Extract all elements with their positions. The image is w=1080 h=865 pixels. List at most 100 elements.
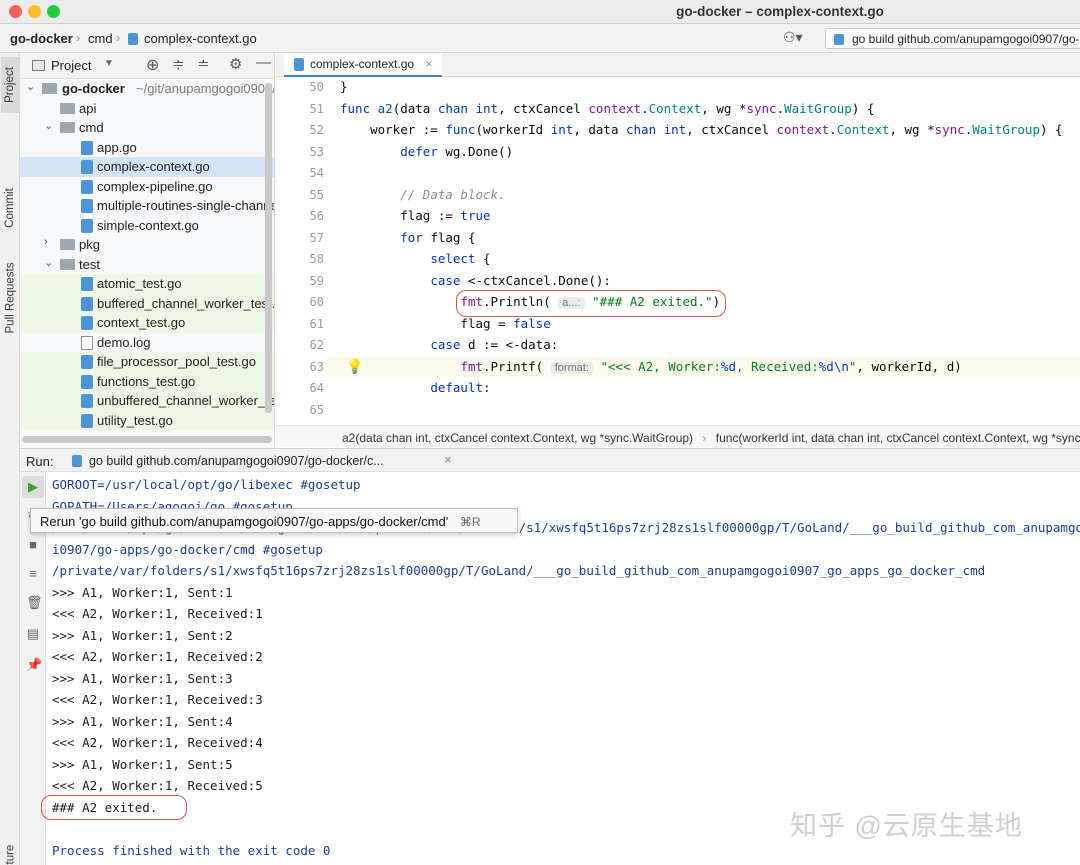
tree-item-demo-log[interactable]: demo.log xyxy=(20,333,274,353)
chevron-down-icon[interactable]: ⌄ xyxy=(44,256,53,269)
tree-item-test[interactable]: ⌄ test xyxy=(20,255,274,275)
line-number: 62 xyxy=(309,338,324,352)
close-icon[interactable]: × xyxy=(444,452,452,467)
chevron-down-icon[interactable]: ⌄ xyxy=(44,119,53,132)
run-configuration-select[interactable]: go build github.com/anupamgogoi0907/go-a… xyxy=(825,28,1080,49)
console-line: >>> A1, Worker:1, Sent:3 xyxy=(52,670,233,686)
tree-item-utility-test[interactable]: utility_test.go xyxy=(20,410,274,430)
locate-icon[interactable]: ⊕ xyxy=(146,55,159,75)
close-icon[interactable]: × xyxy=(425,57,432,71)
tree-item-buffered-channel-test[interactable]: buffered_channel_worker_test.go xyxy=(20,293,275,313)
chevron-right-icon: › xyxy=(76,30,81,45)
folder-icon xyxy=(60,239,75,250)
tree-item-complex-context-go[interactable]: complex-context.go xyxy=(20,157,274,177)
code-line: // Data block. xyxy=(400,186,506,202)
layout-icon[interactable]: ▤ xyxy=(26,627,40,641)
folder-icon xyxy=(60,122,75,133)
line-number: 51 xyxy=(309,101,324,116)
breadcrumb-function[interactable]: a2(data chan int, ctxCancel context.Cont… xyxy=(342,431,693,445)
chevron-down-icon[interactable]: ▼ xyxy=(104,58,114,69)
tree-item-cmd[interactable]: ⌄ cmd xyxy=(20,118,274,138)
tree-item-functions-test[interactable]: functions_test.go xyxy=(20,371,274,391)
code-line: fmt.Printf( format: "<<< A2, Worker:%d, … xyxy=(460,358,962,374)
console-line: <<< A2, Worker:1, Received:5 xyxy=(52,778,263,793)
tree-item-context-test[interactable]: context_test.go xyxy=(20,313,274,333)
pull-requests-tool-tab[interactable]: Pull Requests xyxy=(1,253,19,343)
tree-item-app-go[interactable]: app.go xyxy=(20,138,274,158)
trash-icon[interactable]: 🗑 xyxy=(26,596,43,610)
horizontal-scrollbar[interactable] xyxy=(22,436,272,443)
tree-item-multiple-routines[interactable]: multiple-routines-single-channel.go xyxy=(20,196,274,216)
tree-item-pkg[interactable]: › pkg xyxy=(20,235,274,255)
line-number: 55 xyxy=(309,187,324,202)
tree-item-label: utility_test.go xyxy=(97,412,173,428)
console-line: >>> A1, Worker:1, Sent:2 xyxy=(52,627,233,643)
code-line: flag := true xyxy=(340,208,491,223)
editor-breadcrumb: a2(data chan int, ctxCancel context.Cont… xyxy=(276,425,1080,447)
line-number: 53 xyxy=(309,144,324,159)
code-line: defer wg.Done() xyxy=(400,143,514,159)
console-line: <<< A2, Worker:1, Received:3 xyxy=(52,692,263,707)
user-icon[interactable]: ⚇▾ xyxy=(783,29,803,46)
tree-item-api[interactable]: api xyxy=(20,99,274,119)
tree-item-label: functions_test.go xyxy=(97,373,196,389)
tree-item-label: pkg xyxy=(79,237,100,252)
log-file-icon xyxy=(81,335,93,350)
tree-item-label: unbuffered_channel_worker_test.go xyxy=(97,393,274,408)
tab-complex-context-go[interactable]: complex-context.go × xyxy=(284,53,443,77)
project-view-select[interactable]: Project xyxy=(51,58,91,73)
tree-item-label: atomic_test.go xyxy=(97,276,182,291)
pin-icon[interactable]: 📌 xyxy=(26,658,42,672)
go-file-icon xyxy=(81,394,93,408)
hide-panel-icon[interactable]: — xyxy=(256,54,271,71)
vertical-scrollbar[interactable] xyxy=(265,83,272,413)
highlight-box xyxy=(41,795,187,820)
tree-item-label: buffered_channel_worker_test.go xyxy=(97,295,275,311)
code-line: case <-ctxCancel.Done(): xyxy=(430,272,611,288)
code-line: flag = false xyxy=(340,315,551,331)
rerun-tooltip: Rerun 'go build github.com/anupamgogoi09… xyxy=(30,508,518,533)
breadcrumb-file[interactable]: complex-context.go xyxy=(144,31,257,46)
breadcrumb-cmd[interactable]: cmd xyxy=(88,31,113,46)
console-line: GOROOT=/usr/local/opt/go/libexec #gosetu… xyxy=(52,477,361,492)
go-file-icon xyxy=(81,160,93,174)
commit-tool-tab[interactable]: Commit xyxy=(1,178,19,238)
folder-icon xyxy=(42,83,57,94)
stop-icon[interactable]: ■ xyxy=(26,538,40,552)
tooltip-text: Rerun 'go build github.com/anupamgogoi09… xyxy=(40,514,449,529)
tree-item-simple-context-go[interactable]: simple-context.go xyxy=(20,216,274,236)
folder-view-icon xyxy=(32,60,45,71)
root-path: ~/git/anupamgogoi0907/go-apps/go-docker xyxy=(136,81,274,96)
tree-item-label: test xyxy=(79,256,100,272)
breadcrumb-closure[interactable]: func(workerId int, data chan int, ctxCan… xyxy=(716,431,1080,445)
console-line: i0907/go-apps/go-docker/cmd #gosetup xyxy=(52,541,323,557)
gear-icon[interactable]: ⚙ xyxy=(229,55,242,73)
breadcrumb-project[interactable]: go-docker xyxy=(10,31,73,46)
chevron-right-icon[interactable]: › xyxy=(44,236,48,248)
go-file-icon xyxy=(81,199,93,213)
tree-item-atomic-test[interactable]: atomic_test.go xyxy=(20,274,274,294)
parameter-hint: format: xyxy=(550,361,593,374)
code-editor[interactable]: 50 51 52 53 54 55 56 57 58 59 60 61 62 6… xyxy=(276,77,1080,425)
folder-icon xyxy=(60,102,75,114)
tree-item-label: demo.log xyxy=(97,334,151,350)
chevron-down-icon[interactable]: ⌄ xyxy=(26,80,35,93)
line-number: 61 xyxy=(309,316,324,331)
project-tool-tab[interactable]: Project xyxy=(1,57,19,113)
structure-tool-tab[interactable]: Structure xyxy=(1,838,19,865)
tree-item-unbuffered-channel-test[interactable]: unbuffered_channel_worker_test.go xyxy=(20,391,274,411)
go-file-icon xyxy=(834,34,844,45)
expand-all-icon[interactable]: ≑ xyxy=(172,55,185,73)
tree-root[interactable]: ⌄ go-docker ~/git/anupamgogoi0907/go-app… xyxy=(20,79,274,99)
editor-tab-bar: complex-context.go × xyxy=(276,53,1080,77)
run-tab[interactable]: go build github.com/anupamgogoi0907/go-d… xyxy=(89,454,384,468)
collapse-all-icon[interactable]: ≐ xyxy=(197,55,210,73)
navigation-bar: go-docker › cmd › complex-context.go ⚇▾ … xyxy=(0,24,1080,53)
code-line: } xyxy=(340,79,348,94)
soft-wrap-icon[interactable]: ≡ xyxy=(26,567,40,581)
code-line: worker := func(workerId int, data chan i… xyxy=(340,122,1063,137)
tree-item-complex-pipeline-go[interactable]: complex-pipeline.go xyxy=(20,177,274,197)
line-number-gutter: 50 51 52 53 54 55 56 57 58 59 60 61 62 6… xyxy=(276,77,326,425)
rerun-button[interactable]: ▶ xyxy=(22,476,44,498)
tree-item-file-processor-test[interactable]: file_processor_pool_test.go xyxy=(20,352,274,372)
